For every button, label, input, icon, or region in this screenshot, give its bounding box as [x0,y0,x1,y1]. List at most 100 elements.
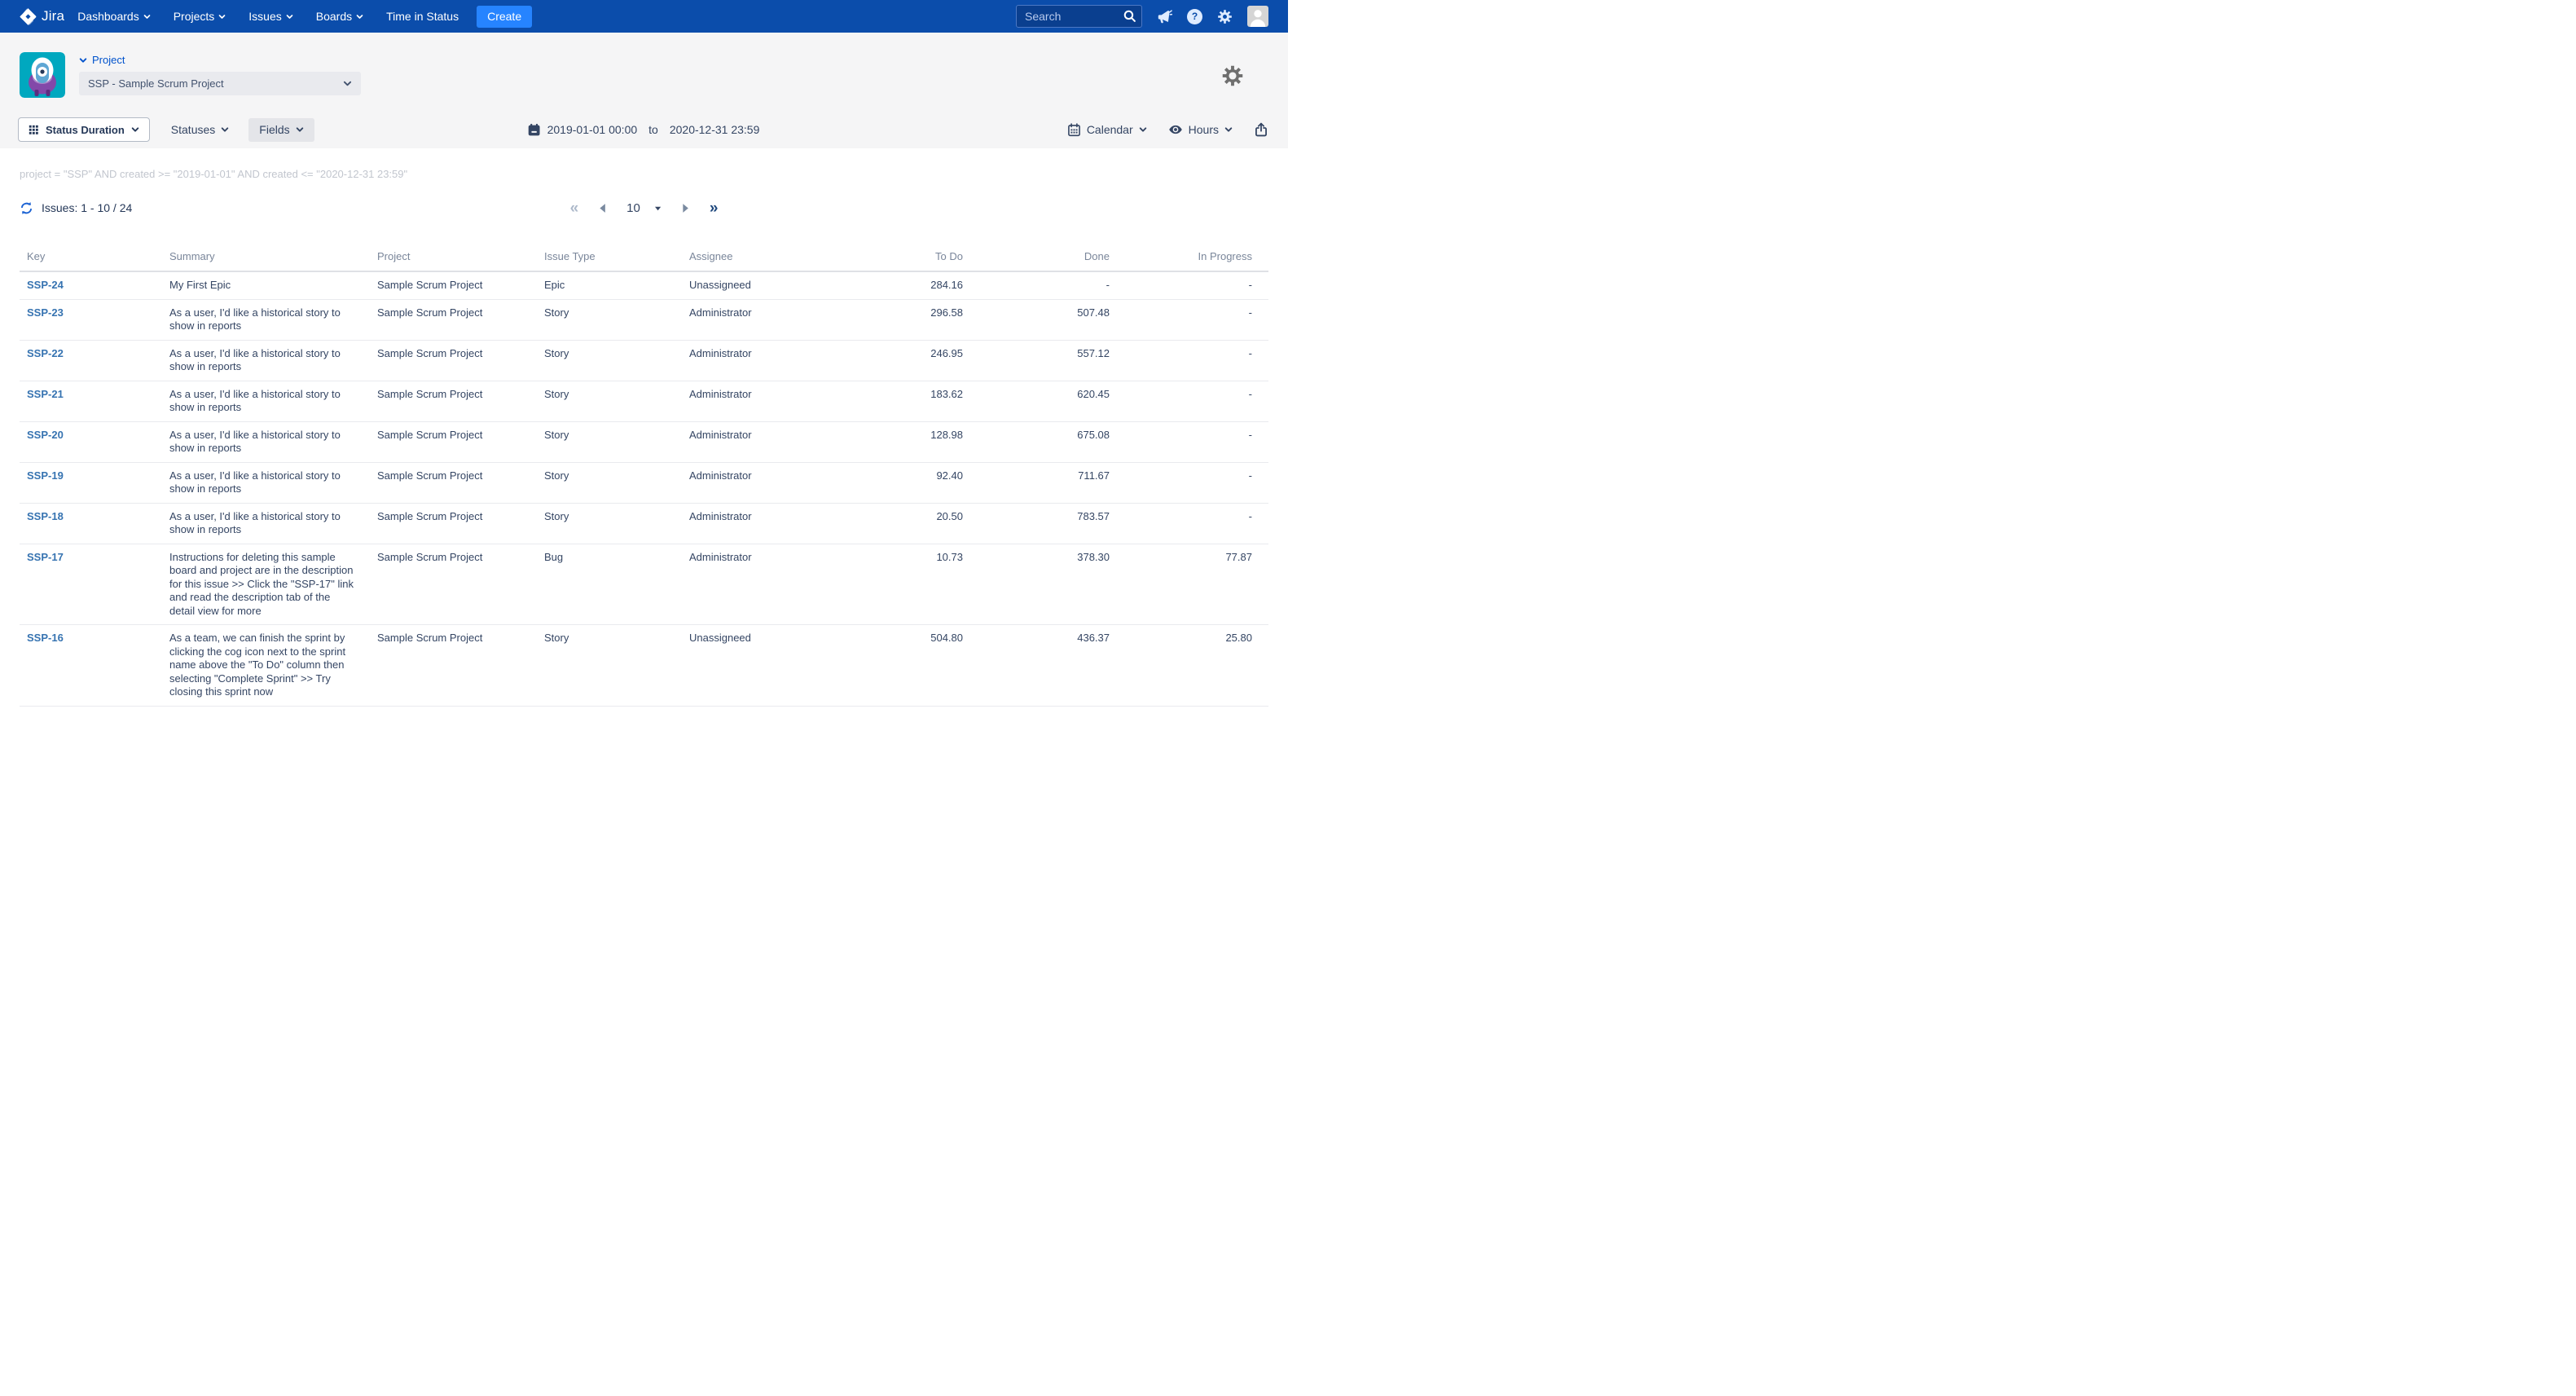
issue-summary-cell: As a user, I'd like a historical story t… [162,300,370,340]
issues-count-label: Issues: 1 - 10 / 24 [42,201,132,214]
issue-assignee-cell: Administrator [682,300,845,340]
fields-label: Fields [259,123,289,136]
last-page-button[interactable]: » [710,200,719,216]
column-header-in-progress[interactable]: In Progress [1110,245,1252,271]
project-breadcrumb-toggle[interactable]: Project [79,54,361,66]
issue-assignee-cell: Unassigneed [682,625,845,706]
issue-key-link[interactable]: SSP-19 [27,469,64,482]
jira-logo[interactable]: Jira [20,8,64,25]
issue-assignee-cell: Administrator [682,381,845,421]
issue-todo-cell: 20.50 [845,504,963,544]
issue-key-cell: SSP-19 [20,463,162,503]
nav-boards[interactable]: Boards [316,10,363,23]
nav-time-in-status[interactable]: Time in Status [386,10,459,23]
create-button[interactable]: Create [477,6,532,28]
units-dropdown[interactable]: Hours [1168,122,1233,137]
first-page-button[interactable]: « [570,200,579,216]
column-header-todo[interactable]: To Do [845,245,963,271]
jql-query-text: project = "SSP" AND created >= "2019-01-… [20,168,1268,180]
issue-todo-cell: 504.80 [845,625,963,706]
issue-type-cell: Story [537,300,682,340]
calendar-type-label: Calendar [1087,123,1133,136]
nav-dashboards[interactable]: Dashboards [77,10,151,23]
date-from: 2019-01-01 00:00 [547,123,638,136]
issue-key-cell: SSP-18 [20,504,162,544]
settings-gear-icon[interactable] [1217,9,1233,24]
calendar-icon [527,123,541,137]
nav-time-in-status-label: Time in Status [386,10,459,23]
grid-icon [29,125,39,135]
project-selector-group: Project SSP - Sample Scrum Project [79,54,361,95]
page-size-select[interactable]: 10 [626,201,662,215]
column-header-done[interactable]: Done [963,245,1110,271]
issue-done-cell: 436.37 [963,625,1110,706]
report-type-dropdown[interactable]: Status Duration [18,117,150,142]
issue-key-link[interactable]: SSP-16 [27,632,64,644]
chevron-down-icon [131,126,139,134]
column-header-assignee[interactable]: Assignee [682,245,845,271]
issue-key-link[interactable]: SSP-18 [27,510,64,522]
issue-todo-cell: 92.40 [845,463,963,503]
date-range-picker[interactable]: 2019-01-01 00:00 to 2020-12-31 23:59 [527,123,760,137]
search-icon[interactable] [1123,9,1136,23]
fields-dropdown[interactable]: Fields [248,118,314,142]
next-page-button[interactable] [680,203,691,214]
issue-summary-cell: As a user, I'd like a historical story t… [162,504,370,544]
column-header-project[interactable]: Project [370,245,537,271]
table-row: SSP-22 As a user, I'd like a historical … [20,341,1268,381]
chevron-down-icon [218,13,226,20]
nav-boards-label: Boards [316,10,352,23]
issue-type-cell: Story [537,625,682,706]
feedback-megaphone-icon[interactable] [1157,9,1172,24]
results-header: Issues: 1 - 10 / 24 « 10 » [20,198,1268,218]
issue-key-link[interactable]: SSP-17 [27,551,64,563]
project-select-value: SSP - Sample Scrum Project [88,77,224,90]
issue-key-link[interactable]: SSP-21 [27,388,64,400]
jira-logo-text: Jira [42,8,64,24]
chevron-down-icon [1139,126,1147,134]
help-icon[interactable]: ? [1187,9,1202,24]
issue-in-progress-cell: - [1110,381,1252,421]
column-header-issue-type[interactable]: Issue Type [537,245,682,271]
issue-type-cell: Epic [537,272,682,299]
issue-done-cell: 557.12 [963,341,1110,381]
user-avatar[interactable] [1247,6,1268,27]
nav-projects[interactable]: Projects [174,10,226,23]
issue-todo-cell: 183.62 [845,381,963,421]
issue-type-cell: Story [537,381,682,421]
table-row: SSP-21 As a user, I'd like a historical … [20,381,1268,422]
chevron-down-icon [221,126,229,134]
issue-todo-cell: 10.73 [845,544,963,625]
refresh-icon[interactable] [20,201,33,215]
issue-done-cell: 378.30 [963,544,1110,625]
issue-assignee-cell: Administrator [682,504,845,544]
project-breadcrumb-label: Project [92,54,125,66]
chevron-down-icon [1224,126,1233,134]
issue-key-link[interactable]: SSP-24 [27,279,64,291]
project-select[interactable]: SSP - Sample Scrum Project [79,72,361,95]
issue-type-cell: Story [537,504,682,544]
issue-summary-cell: As a team, we can finish the sprint by c… [162,625,370,706]
issue-in-progress-cell: - [1110,504,1252,544]
issue-project-cell: Sample Scrum Project [370,341,537,381]
table-header-row: Key Summary Project Issue Type Assignee … [20,245,1268,272]
issue-assignee-cell: Administrator [682,422,845,462]
date-to: 2020-12-31 23:59 [670,123,760,136]
issue-key-cell: SSP-21 [20,381,162,421]
calendar-type-dropdown[interactable]: Calendar [1067,123,1147,137]
nav-issues[interactable]: Issues [248,10,292,23]
issue-in-progress-cell: - [1110,300,1252,340]
previous-page-button[interactable] [597,203,608,214]
column-header-key[interactable]: Key [20,245,162,271]
column-header-summary[interactable]: Summary [162,245,370,271]
main-menu: Dashboards Projects Issues Boards Time i… [77,10,459,23]
report-settings-gear-icon[interactable] [1221,64,1244,91]
issue-key-link[interactable]: SSP-23 [27,306,64,319]
issue-key-link[interactable]: SSP-20 [27,429,64,441]
statuses-dropdown[interactable]: Statuses [171,123,229,136]
issue-assignee-cell: Administrator [682,341,845,381]
export-icon[interactable] [1254,122,1268,137]
table-row: SSP-23 As a user, I'd like a historical … [20,300,1268,341]
date-separator: to [648,123,658,136]
issue-key-link[interactable]: SSP-22 [27,347,64,359]
